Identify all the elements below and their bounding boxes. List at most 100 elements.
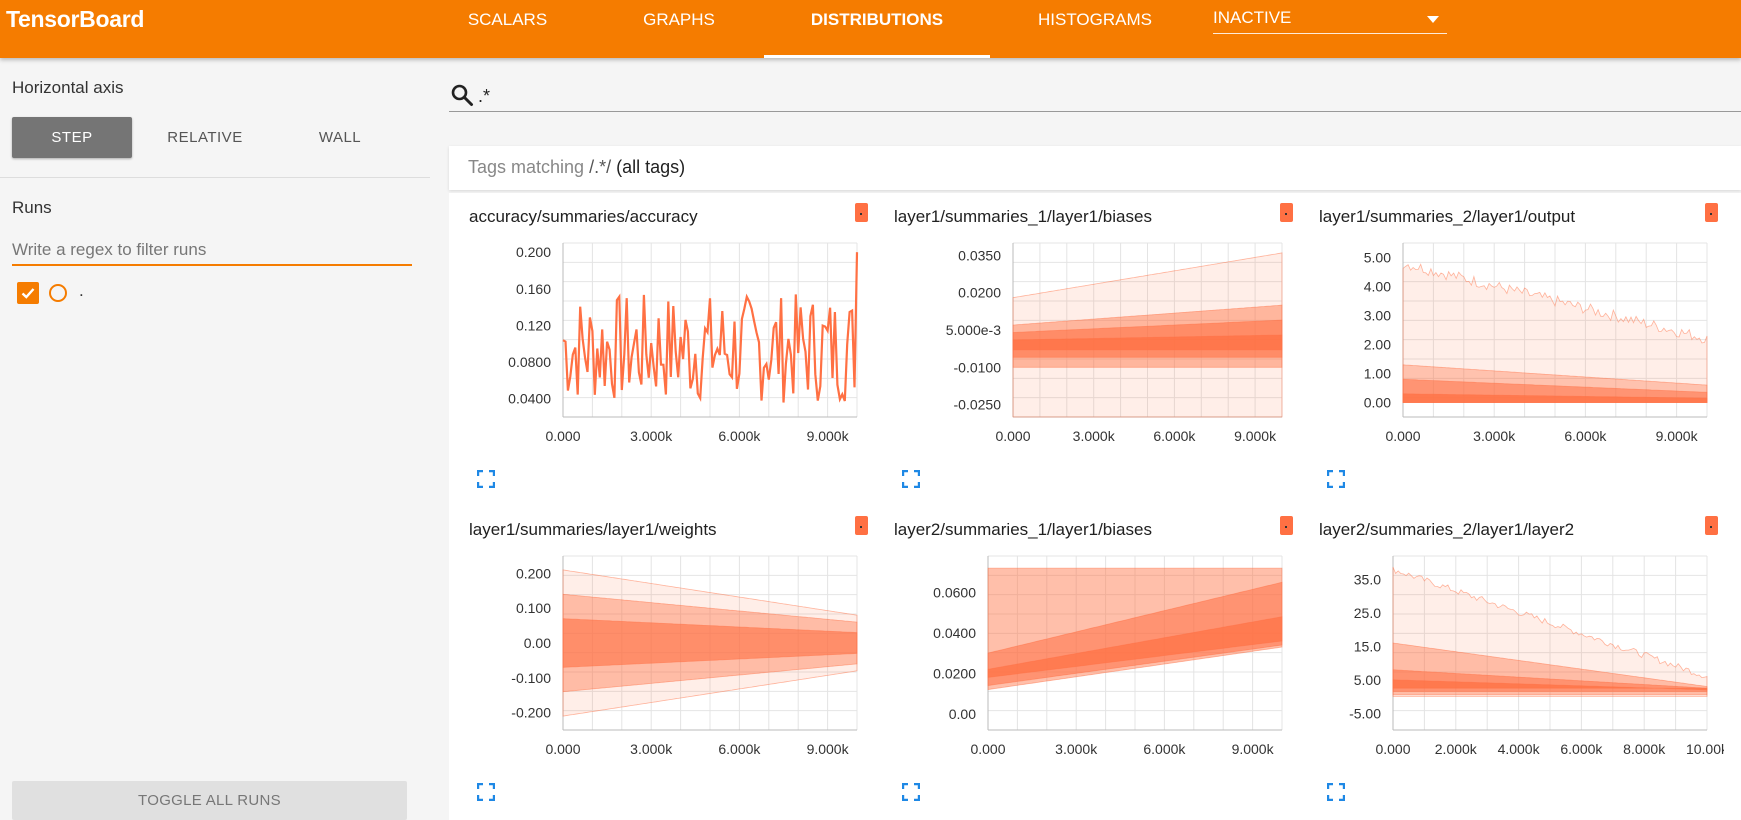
tags-prefix: Tags matching [468, 157, 590, 177]
chart-plot[interactable]: 0.200 0.160 0.120 0.0800 0.0400 0.000 3.000k 6.… [449, 231, 874, 461]
y-tick-label: 0.00 [524, 635, 551, 651]
fullscreen-icon[interactable] [477, 783, 495, 801]
y-tick-label: 15.0 [1354, 638, 1381, 654]
y-tick-label: 0.0800 [508, 354, 551, 370]
x-tick-label: 8.000k [1623, 741, 1666, 757]
run-checkbox[interactable] [17, 282, 39, 304]
chart-card: layer1/summaries_1/layer1/biases 0.0350 0.… [874, 193, 1299, 506]
fullscreen-icon[interactable] [477, 470, 495, 488]
check-icon [21, 288, 35, 299]
chart-plot[interactable]: 0.200 0.100 0.00 -0.100 -0.200 0.000 3.000k 6.0… [449, 544, 874, 774]
x-tick-label: 9.000k [1234, 428, 1277, 444]
y-tick-label: -0.0250 [954, 397, 1002, 413]
x-tick-label: 3.000k [630, 428, 673, 444]
run-color-badge[interactable] [1705, 516, 1718, 535]
search-underline [449, 111, 479, 112]
x-tick-label: 6.000k [718, 428, 761, 444]
tab-scalars[interactable]: SCALARS [450, 0, 565, 58]
y-tick-label: 0.100 [516, 600, 551, 616]
button-label: RELATIVE [167, 129, 243, 146]
runs-label: Runs [12, 198, 52, 217]
sidebar-divider [0, 177, 430, 178]
tags-matching-header: Tags matching /.*/ (all tags) [449, 146, 1741, 190]
run-color-badge[interactable] [1705, 203, 1718, 222]
x-tick-label: 0.000 [970, 741, 1005, 757]
run-color-badge[interactable] [855, 516, 868, 535]
top-app-bar: TensorBoard SCALARS GRAPHS DISTRIBUTIONS… [0, 0, 1741, 58]
axis-relative-button[interactable]: RELATIVE [145, 117, 265, 158]
x-tick-label: 9.000k [807, 428, 850, 444]
y-tick-label: 5.00 [1364, 250, 1391, 266]
chart-plot[interactable]: 5.00 4.00 3.00 2.00 1.00 0.00 0.000 3.000k 6.000… [1299, 231, 1724, 461]
y-tick-label: 0.200 [516, 244, 551, 260]
x-tick-label: 0.000 [1375, 741, 1410, 757]
y-tick-label: 4.00 [1364, 279, 1391, 295]
x-tick-label: 6.000k [718, 741, 761, 757]
chart-title: accuracy/summaries/accuracy [469, 207, 698, 226]
x-tick-label: 6.000k [1560, 741, 1603, 757]
chart-plot[interactable]: 35.0 25.0 15.0 5.00 -5.00 0.000 2.000k 4.000k 6.… [1299, 544, 1724, 774]
y-tick-label: 0.0400 [933, 625, 976, 641]
x-tick-label: 10.00k [1686, 741, 1724, 757]
toggle-all-runs-button[interactable]: TOGGLE ALL RUNS [12, 781, 407, 820]
axis-step-button[interactable]: STEP [12, 117, 132, 158]
tab-label: HISTOGRAMS [1038, 10, 1152, 29]
y-tick-label: -0.0100 [954, 359, 1002, 375]
y-tick-label: 0.120 [516, 317, 551, 333]
x-tick-label: 6.000k [1564, 428, 1607, 444]
chart-card: layer1/summaries/layer1/weights 0.200 0.10… [449, 506, 874, 819]
run-color-badge[interactable] [1280, 203, 1293, 222]
chart-title: layer2/summaries_2/layer1/layer2 [1319, 520, 1575, 539]
chart-card: accuracy/summaries/accuracy 0.200 0.160 0.1… [449, 193, 874, 506]
chart-title: layer1/summaries_2/layer1/output [1319, 207, 1576, 226]
tab-graphs[interactable]: GRAPHS [623, 0, 735, 58]
chart-plot[interactable]: 0.0600 0.0400 0.0200 0.00 0.000 3.000k 6.000k 9… [874, 544, 1299, 774]
axis-wall-button[interactable]: WALL [280, 117, 400, 158]
x-tick-label: 6.000k [1143, 741, 1186, 757]
x-tick-label: 3.000k [1073, 428, 1116, 444]
chart-card: layer2/summaries_1/layer1/biases 0.0600 0.… [874, 506, 1299, 819]
y-tick-label: 0.160 [516, 281, 551, 297]
chart-plot[interactable]: 0.0350 0.0200 5.000e-3 -0.0100 -0.0250 0.000 3… [874, 231, 1299, 461]
chart-title: layer1/summaries/layer1/weights [469, 520, 717, 539]
run-color-circle[interactable] [49, 284, 67, 302]
run-color-badge[interactable] [1280, 516, 1293, 535]
y-tick-label: 2.00 [1364, 337, 1391, 353]
inactive-dashboards-select[interactable]: INACTIVE [1213, 8, 1447, 34]
y-tick-label: 25.0 [1354, 605, 1381, 621]
x-tick-label: 0.000 [1385, 428, 1420, 444]
x-tick-label: 3.000k [1055, 741, 1098, 757]
y-tick-label: 0.00 [949, 706, 976, 722]
run-color-badge[interactable] [855, 203, 868, 222]
tab-distributions[interactable]: DISTRIBUTIONS [764, 0, 990, 58]
fullscreen-icon[interactable] [1327, 783, 1345, 801]
active-tab-indicator [764, 55, 990, 58]
distribution-bands [1012, 252, 1283, 418]
x-tick-label: 9.000k [1232, 741, 1275, 757]
x-tick-label: 9.000k [807, 741, 850, 757]
run-filter-input[interactable] [12, 236, 412, 266]
y-tick-label: 35.0 [1354, 571, 1381, 587]
y-tick-label: 0.0200 [958, 285, 1001, 301]
tab-histograms[interactable]: HISTOGRAMS [1020, 0, 1170, 58]
x-tick-label: 4.000k [1498, 741, 1541, 757]
run-name: . [79, 281, 84, 300]
fullscreen-icon[interactable] [902, 783, 920, 801]
x-tick-label: 2.000k [1435, 741, 1478, 757]
fullscreen-icon[interactable] [902, 470, 920, 488]
x-tick-label: 0.000 [545, 741, 580, 757]
tab-label: SCALARS [467, 10, 548, 29]
tags-pattern: /.*/ [589, 157, 612, 177]
fullscreen-icon[interactable] [1327, 470, 1345, 488]
x-tick-label: 3.000k [1473, 428, 1516, 444]
tags-suffix: (all tags) [611, 157, 686, 177]
horizontal-axis-label: Horizontal axis [12, 78, 124, 97]
y-tick-label: 0.0350 [958, 247, 1001, 263]
y-tick-label: -5.00 [1349, 705, 1381, 721]
tab-label: DISTRIBUTIONS [810, 10, 944, 29]
button-label: STEP [51, 129, 93, 146]
tag-search-input[interactable] [478, 82, 1741, 112]
x-tick-label: 3.000k [630, 741, 673, 757]
y-tick-label: 0.0200 [933, 665, 976, 681]
y-tick-label: 0.0600 [933, 584, 976, 600]
